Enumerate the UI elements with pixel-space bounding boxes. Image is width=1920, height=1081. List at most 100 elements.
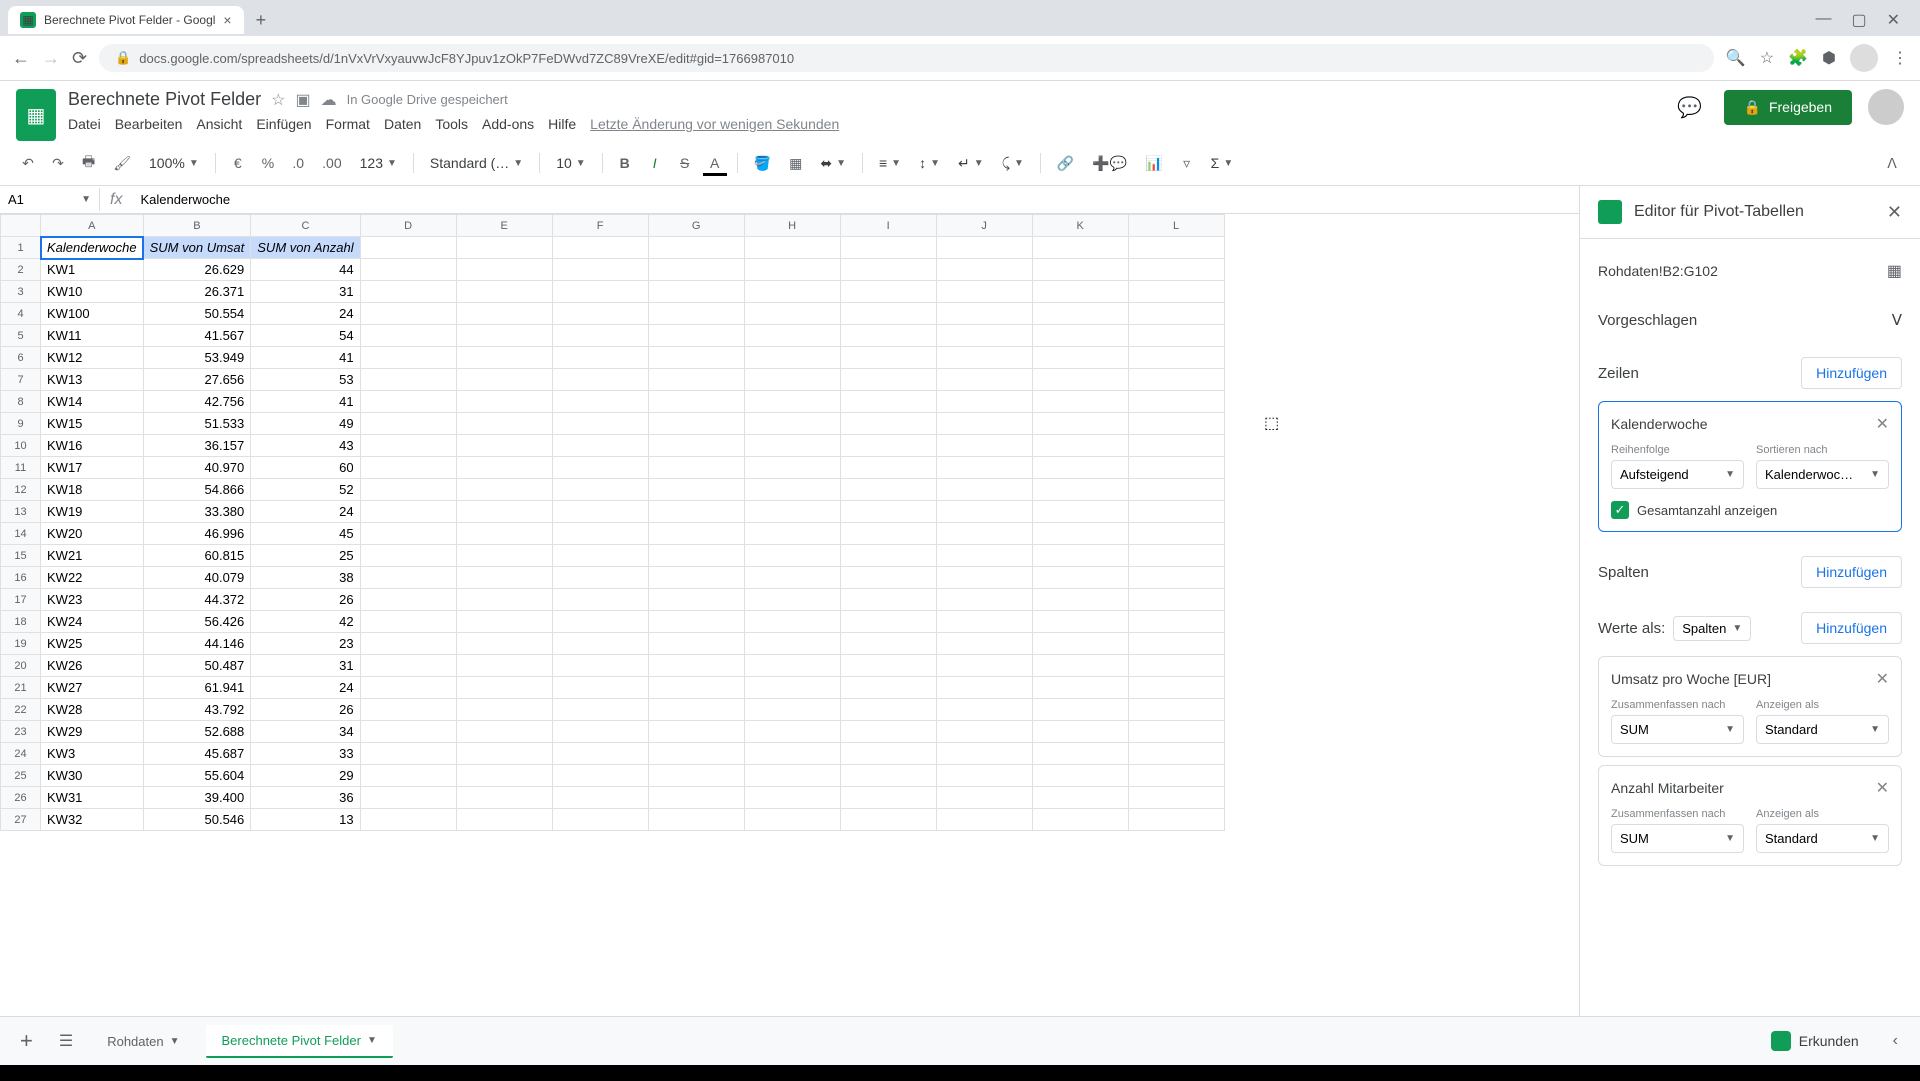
- cell[interactable]: [360, 677, 456, 699]
- filter-icon[interactable]: ▿: [1175, 151, 1199, 176]
- cell[interactable]: 43: [251, 435, 360, 457]
- cell[interactable]: [648, 457, 744, 479]
- cell[interactable]: [552, 765, 648, 787]
- cell[interactable]: [744, 611, 840, 633]
- cell[interactable]: [648, 523, 744, 545]
- menu-bearbeiten[interactable]: Bearbeiten: [115, 116, 183, 132]
- cell[interactable]: [1128, 545, 1224, 567]
- cell[interactable]: [648, 721, 744, 743]
- cell[interactable]: [840, 259, 936, 281]
- cell[interactable]: [648, 589, 744, 611]
- row-header[interactable]: 10: [1, 435, 41, 457]
- reload-icon[interactable]: ⟳: [72, 48, 87, 69]
- cell[interactable]: 23: [251, 633, 360, 655]
- cell[interactable]: [744, 501, 840, 523]
- cell[interactable]: [840, 699, 936, 721]
- cell[interactable]: 44.146: [143, 633, 251, 655]
- cell[interactable]: [1128, 325, 1224, 347]
- cell[interactable]: 44: [251, 259, 360, 281]
- cell[interactable]: [456, 479, 552, 501]
- h-align-icon[interactable]: ≡▼: [873, 151, 907, 175]
- cell[interactable]: [1032, 457, 1128, 479]
- cell[interactable]: [936, 391, 1032, 413]
- cell[interactable]: [1128, 259, 1224, 281]
- cell[interactable]: KW27: [41, 677, 144, 699]
- cell[interactable]: [840, 413, 936, 435]
- cell[interactable]: 60: [251, 457, 360, 479]
- cell[interactable]: 54: [251, 325, 360, 347]
- cell[interactable]: [648, 391, 744, 413]
- column-header[interactable]: F: [552, 215, 648, 237]
- cell[interactable]: 49: [251, 413, 360, 435]
- cell[interactable]: [840, 237, 936, 259]
- cell[interactable]: [360, 809, 456, 831]
- row-header[interactable]: 5: [1, 325, 41, 347]
- cell[interactable]: [1128, 347, 1224, 369]
- cell[interactable]: SUM von Umsat: [143, 237, 251, 259]
- cell[interactable]: [744, 457, 840, 479]
- cell[interactable]: [1128, 809, 1224, 831]
- select-range-icon[interactable]: ▦: [1887, 261, 1902, 281]
- cell[interactable]: [744, 369, 840, 391]
- cell[interactable]: [648, 809, 744, 831]
- cell[interactable]: [1128, 633, 1224, 655]
- cell[interactable]: [744, 347, 840, 369]
- cell[interactable]: [456, 677, 552, 699]
- cell[interactable]: [840, 589, 936, 611]
- cell[interactable]: [1032, 435, 1128, 457]
- back-icon[interactable]: ←: [12, 48, 30, 69]
- show-totals-checkbox[interactable]: ✓ Gesamtanzahl anzeigen: [1611, 501, 1889, 519]
- cell[interactable]: [360, 787, 456, 809]
- cell[interactable]: [840, 479, 936, 501]
- column-header[interactable]: E: [456, 215, 552, 237]
- show-as-select[interactable]: Standard▼: [1756, 824, 1889, 853]
- cell[interactable]: 39.400: [143, 787, 251, 809]
- cell[interactable]: KW19: [41, 501, 144, 523]
- summarize-select[interactable]: SUM▼: [1611, 824, 1744, 853]
- cell[interactable]: 53.949: [143, 347, 251, 369]
- all-sheets-icon[interactable]: ☰: [51, 1031, 81, 1051]
- cell[interactable]: [552, 567, 648, 589]
- cell[interactable]: [840, 545, 936, 567]
- cell[interactable]: [552, 281, 648, 303]
- cell[interactable]: [840, 523, 936, 545]
- cell[interactable]: [1032, 721, 1128, 743]
- font-select[interactable]: Standard (…▼: [424, 151, 529, 175]
- undo-icon[interactable]: ↶: [16, 151, 40, 176]
- menu-tools[interactable]: Tools: [435, 116, 468, 132]
- v-align-icon[interactable]: ↕▼: [913, 151, 946, 175]
- cell[interactable]: [1032, 413, 1128, 435]
- row-header[interactable]: 25: [1, 765, 41, 787]
- row-header[interactable]: 12: [1, 479, 41, 501]
- fill-color-icon[interactable]: 🪣: [748, 151, 777, 176]
- cell[interactable]: [936, 347, 1032, 369]
- cell[interactable]: [552, 655, 648, 677]
- cell[interactable]: [456, 633, 552, 655]
- cell[interactable]: [936, 435, 1032, 457]
- cell[interactable]: [456, 237, 552, 259]
- new-notif-icon[interactable]: ⬢: [1822, 48, 1836, 68]
- cell[interactable]: [552, 699, 648, 721]
- menu-einfuegen[interactable]: Einfügen: [256, 116, 311, 132]
- row-header[interactable]: 8: [1, 391, 41, 413]
- cell[interactable]: KW20: [41, 523, 144, 545]
- row-header[interactable]: 18: [1, 611, 41, 633]
- cell[interactable]: [936, 765, 1032, 787]
- cell[interactable]: [1128, 435, 1224, 457]
- cell[interactable]: 13: [251, 809, 360, 831]
- cell[interactable]: 36: [251, 787, 360, 809]
- cell[interactable]: 25: [251, 545, 360, 567]
- cell[interactable]: 26.371: [143, 281, 251, 303]
- cell[interactable]: [360, 611, 456, 633]
- cell[interactable]: [1128, 413, 1224, 435]
- browser-menu-icon[interactable]: ⋮: [1892, 48, 1908, 68]
- cell[interactable]: [360, 545, 456, 567]
- cell[interactable]: KW1: [41, 259, 144, 281]
- cell[interactable]: [936, 325, 1032, 347]
- sheets-logo-icon[interactable]: ▦: [16, 89, 56, 141]
- cell[interactable]: 40.970: [143, 457, 251, 479]
- cell[interactable]: [840, 501, 936, 523]
- text-wrap-icon[interactable]: ↵▼: [952, 151, 990, 176]
- cell[interactable]: 50.554: [143, 303, 251, 325]
- cell[interactable]: [360, 479, 456, 501]
